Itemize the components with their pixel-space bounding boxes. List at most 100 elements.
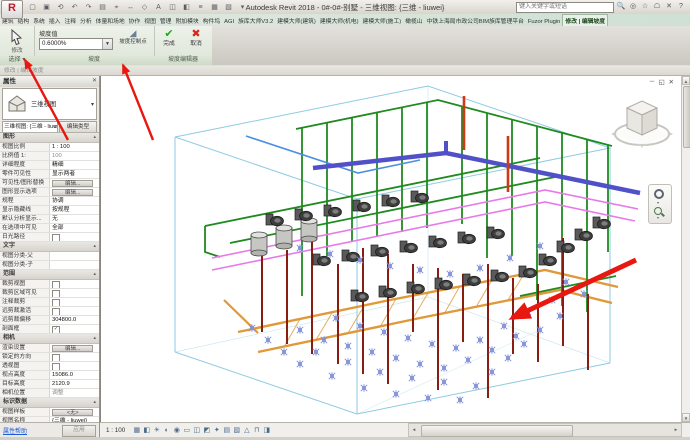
- property-value[interactable]: [50, 252, 99, 260]
- property-section-header[interactable]: 文字: [0, 242, 99, 252]
- chevron-down-icon[interactable]: ▼: [102, 39, 112, 49]
- ribbon-tab[interactable]: 中铁上海局市政公司BIM族库管理平台: [425, 15, 526, 26]
- steering-wheel-icon[interactable]: [654, 189, 664, 199]
- vertical-scrollbar[interactable]: ▲ ▼: [681, 76, 690, 422]
- ribbon-tab[interactable]: 管理: [158, 15, 174, 26]
- property-value[interactable]: [50, 233, 99, 241]
- properties-help-link[interactable]: 属性帮助: [3, 426, 27, 435]
- search-binoculars-icon[interactable]: 🔍: [616, 2, 626, 12]
- property-value[interactable]: 15086.0: [50, 371, 99, 379]
- ribbon-tab[interactable]: 附加模块: [173, 15, 200, 26]
- view-scale-button[interactable]: 1 : 100: [104, 426, 127, 435]
- crop-region-visibility-icon[interactable]: ◫: [192, 426, 201, 435]
- visual-style-icon[interactable]: ◧: [142, 426, 151, 435]
- ribbon-tab[interactable]: 分析: [78, 15, 94, 26]
- rendering-dialog-icon[interactable]: ◉: [172, 426, 181, 435]
- property-value[interactable]: 全部: [50, 224, 99, 232]
- property-edit-button[interactable]: <无>: [52, 409, 93, 416]
- chevron-down-icon[interactable]: ∨: [53, 122, 57, 132]
- apply-button[interactable]: 应用: [62, 425, 96, 437]
- property-value[interactable]: [50, 280, 99, 288]
- property-checkbox[interactable]: [52, 281, 60, 288]
- property-section-header[interactable]: 范围: [0, 270, 99, 280]
- property-value[interactable]: ✓: [50, 325, 99, 333]
- ribbon-tab[interactable]: 体量和场地: [94, 15, 127, 26]
- detail-level-icon[interactable]: ▦: [132, 426, 141, 435]
- temporary-view-properties-icon[interactable]: ▧: [232, 426, 241, 435]
- ribbon-tab[interactable]: Fuzor Plugin: [526, 18, 563, 26]
- displacement-icon[interactable]: ◨: [262, 426, 271, 435]
- properties-header[interactable]: 属性 ✕: [0, 76, 99, 87]
- ribbon-tab[interactable]: 系统: [31, 15, 47, 26]
- worksharing-display-icon[interactable]: ▤: [222, 426, 231, 435]
- scroll-up-icon[interactable]: ▲: [682, 76, 690, 85]
- minimize-view-icon[interactable]: ─: [650, 78, 655, 86]
- property-checkbox[interactable]: [52, 299, 60, 306]
- ribbon-tab[interactable]: 注释: [62, 15, 78, 26]
- property-checkbox[interactable]: ✓: [52, 326, 60, 333]
- ribbon-tab[interactable]: 族库大师V3.2: [236, 15, 275, 26]
- property-value[interactable]: [50, 261, 99, 269]
- property-section-header[interactable]: 相机: [0, 334, 99, 344]
- property-value[interactable]: 显示两者: [50, 170, 99, 178]
- finish-button[interactable]: ✔ 完成: [156, 28, 182, 54]
- property-value[interactable]: [50, 289, 99, 297]
- chevron-down-icon[interactable]: ▾: [657, 200, 659, 205]
- property-checkbox[interactable]: [52, 290, 60, 297]
- property-section-header[interactable]: 标识数据: [0, 398, 99, 408]
- property-value[interactable]: [50, 298, 99, 306]
- slope-control-point-button[interactable]: ◢ 坡度控制点: [116, 28, 150, 54]
- scroll-down-icon[interactable]: ▼: [682, 413, 690, 422]
- ribbon-tab[interactable]: AGI: [222, 18, 236, 26]
- ribbon-tab-active[interactable]: 修改 | 编辑坡度: [562, 14, 608, 26]
- reveal-hidden-elements-icon[interactable]: ✦: [212, 426, 221, 435]
- property-value[interactable]: 调整: [50, 389, 99, 397]
- property-value[interactable]: 304800.0: [50, 316, 99, 324]
- ribbon-tab[interactable]: 插入: [47, 15, 63, 26]
- temporary-hide-isolate-icon[interactable]: ◩: [202, 426, 211, 435]
- property-section-header[interactable]: 图形: [0, 133, 99, 143]
- ribbon-tab[interactable]: 建模大师(建筑): [275, 15, 318, 26]
- ribbon-tab[interactable]: 视图: [142, 15, 158, 26]
- property-checkbox[interactable]: [52, 363, 60, 370]
- property-value[interactable]: 100: [50, 152, 99, 160]
- property-edit-button[interactable]: 编辑...: [52, 345, 93, 352]
- sun-path-icon[interactable]: ☀: [152, 426, 161, 435]
- reveal-constraints-icon[interactable]: ⊓: [252, 426, 261, 435]
- sign-in-icon[interactable]: ☖: [652, 2, 662, 12]
- property-edit-button[interactable]: 编辑...: [52, 180, 93, 187]
- property-value[interactable]: [50, 307, 99, 315]
- communication-center-icon[interactable]: ◎: [628, 2, 638, 12]
- property-value[interactable]: [50, 362, 99, 370]
- property-checkbox[interactable]: [52, 354, 60, 361]
- property-value[interactable]: <无>: [50, 408, 99, 416]
- property-value[interactable]: 按规程: [50, 206, 99, 214]
- horizontal-scroll-thumb[interactable]: [421, 425, 573, 437]
- property-value[interactable]: 协调: [50, 197, 99, 205]
- property-value[interactable]: 2120.9: [50, 380, 99, 388]
- close-view-icon[interactable]: ✕: [669, 78, 674, 86]
- type-selector[interactable]: 三维视图 ▾: [2, 88, 97, 120]
- analytical-model-icon[interactable]: △: [242, 426, 251, 435]
- slope-value-dropdown[interactable]: 0.6000% ▼: [39, 38, 113, 50]
- favorites-star-icon[interactable]: ☆: [640, 2, 650, 12]
- help-icon[interactable]: ?: [676, 2, 686, 12]
- property-value[interactable]: 精细: [50, 161, 99, 169]
- ribbon-tab[interactable]: 构件坞: [201, 15, 222, 26]
- model-3d-view[interactable]: [100, 76, 682, 422]
- ribbon-tab[interactable]: 建模大师(施工): [361, 15, 404, 26]
- property-checkbox[interactable]: [52, 234, 60, 241]
- crop-view-icon[interactable]: ▭: [182, 426, 191, 435]
- select-panel-label[interactable]: 选择 ▾: [0, 56, 34, 65]
- chevron-down-icon[interactable]: ▾: [91, 101, 94, 108]
- property-value[interactable]: 1 : 100: [50, 143, 99, 151]
- infocenter-search-input[interactable]: [516, 2, 614, 13]
- application-menu-button[interactable]: R: [1, 0, 23, 19]
- horizontal-scrollbar[interactable]: ◄ ►: [408, 423, 682, 437]
- property-value[interactable]: [50, 353, 99, 361]
- ribbon-tab[interactable]: 建模大师(机电): [318, 15, 361, 26]
- property-value[interactable]: 无: [50, 215, 99, 223]
- close-icon[interactable]: ✕: [92, 76, 97, 87]
- property-value[interactable]: 编辑...: [50, 344, 99, 352]
- restore-view-icon[interactable]: ◱: [658, 78, 664, 86]
